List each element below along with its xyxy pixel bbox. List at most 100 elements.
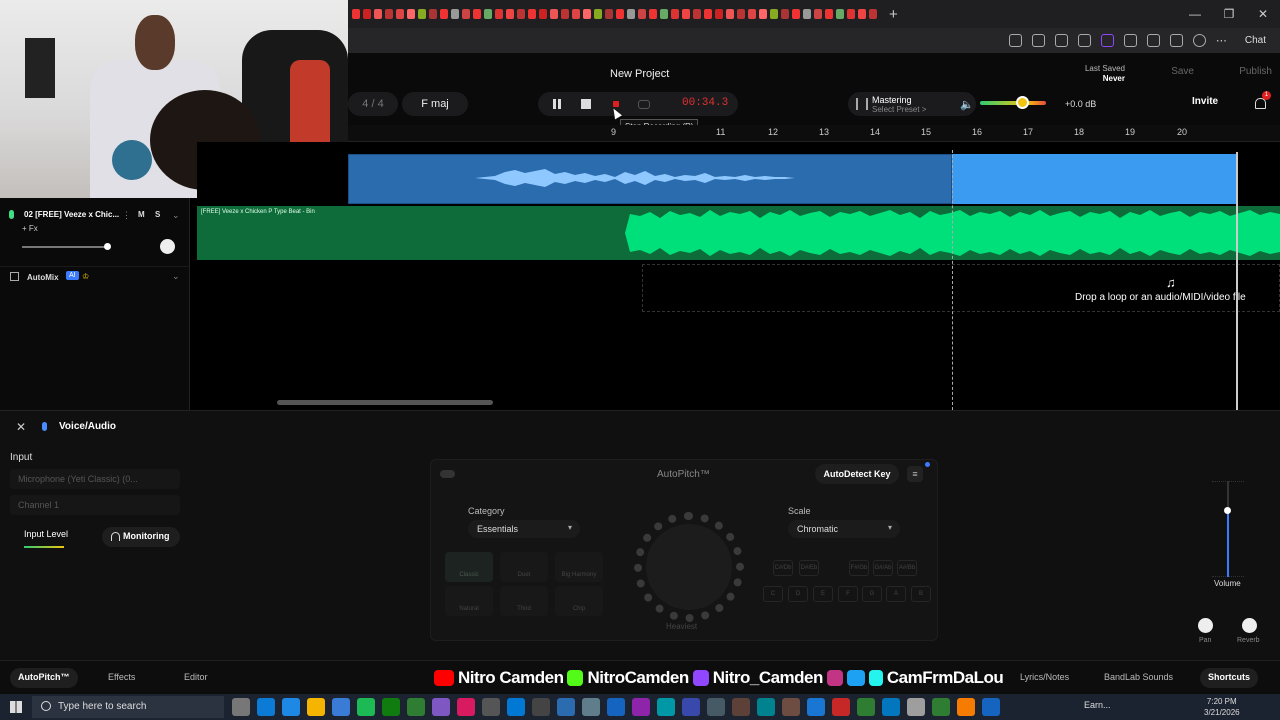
input-channel-select[interactable]: Channel 1 [10, 495, 180, 515]
browser-tab[interactable] [770, 9, 778, 19]
maximize-button[interactable]: ❐ [1212, 7, 1246, 21]
taskbar-search[interactable]: Type here to search [32, 696, 224, 718]
scale-note-button[interactable]: G#/Ab [873, 560, 893, 576]
volume-fader-handle[interactable] [1224, 507, 1231, 514]
scale-note-button[interactable]: F [838, 586, 858, 602]
scale-note-button[interactable]: D [788, 586, 808, 602]
taskbar-app-icon[interactable] [907, 698, 925, 716]
style-third[interactable]: Third [500, 586, 548, 616]
browser-tab[interactable] [693, 9, 701, 19]
track-lanes[interactable]: [FREE] Veeze x Chicken P Type Beat - Bin… [197, 142, 1280, 410]
taskbar-app-icon[interactable] [682, 698, 700, 716]
browser-tab[interactable] [737, 9, 745, 19]
browser-tab[interactable] [517, 9, 525, 19]
style-chip[interactable]: Chip [555, 586, 603, 616]
solo-button[interactable]: S [155, 210, 160, 219]
puzzle-icon[interactable] [1123, 34, 1137, 47]
taskbar-app-icon[interactable] [832, 698, 850, 716]
close-window-button[interactable]: ✕ [1246, 7, 1280, 21]
browser-tab[interactable] [671, 9, 679, 19]
taskbar-app-icon[interactable] [457, 698, 475, 716]
automix-row[interactable]: AutoMix AI ♔ ⌄ [0, 266, 190, 286]
browser-tab[interactable] [792, 9, 800, 19]
twitch-extension-icon[interactable] [1100, 34, 1114, 47]
timeline-ruler[interactable]: 9 11 12 13 14 15 16 17 18 19 20 [348, 125, 1280, 142]
style-big-harmony[interactable]: Big Harmony [555, 552, 603, 582]
browser-tab[interactable] [825, 9, 833, 19]
browser-tab[interactable] [462, 9, 470, 19]
favorite-star-icon[interactable] [1031, 34, 1045, 47]
tray-app-label[interactable]: Earn... [1084, 700, 1111, 710]
browser-tab[interactable] [605, 9, 613, 19]
taskbar-app-icon[interactable] [432, 698, 450, 716]
more-menu-icon[interactable]: ⋯ [1216, 34, 1229, 47]
taskbar-app-icon[interactable] [332, 698, 350, 716]
scale-note-button[interactable]: B [911, 586, 931, 602]
browser-tab[interactable] [352, 9, 360, 19]
tab-bandlab-sounds[interactable]: BandLab Sounds [1096, 668, 1181, 688]
taskbar-app-icon[interactable] [532, 698, 550, 716]
monitoring-button[interactable]: Monitoring [102, 527, 180, 547]
scale-note-button[interactable]: G [862, 586, 882, 602]
master-volume-knob[interactable] [1016, 96, 1029, 109]
track-name[interactable]: 02 [FREE] Veeze x Chic... [24, 210, 119, 219]
stop-icon[interactable] [579, 97, 593, 111]
windows-start-icon[interactable] [10, 701, 22, 713]
taskbar-app-icon[interactable] [632, 698, 650, 716]
browser-tab[interactable] [572, 9, 580, 19]
browser-tab[interactable] [396, 9, 404, 19]
new-tab-button[interactable]: + [889, 6, 898, 23]
scale-note-button[interactable]: A#/Bb [897, 560, 917, 576]
browser-tab[interactable] [759, 9, 767, 19]
browser-tab[interactable] [616, 9, 624, 19]
browser-tab[interactable] [869, 9, 877, 19]
browser-tab[interactable] [814, 9, 822, 19]
copilot-chat-button[interactable]: Chat [1239, 33, 1272, 48]
browser-tab[interactable] [748, 9, 756, 19]
taskbar-app-icon[interactable] [257, 698, 275, 716]
browser-tab[interactable] [385, 9, 393, 19]
invite-button[interactable]: Invite [1192, 96, 1218, 107]
browser-tab[interactable] [418, 9, 426, 19]
browser-tab[interactable] [649, 9, 657, 19]
browser-tab[interactable] [374, 9, 382, 19]
tab-autopitch[interactable]: AutoPitch™ [10, 668, 78, 688]
add-fx-button[interactable]: + Fx [22, 224, 38, 233]
input-device-select[interactable]: Microphone (Yeti Classic) (0... [10, 469, 180, 489]
browser-tab[interactable] [495, 9, 503, 19]
taskbar-app-icon[interactable] [607, 698, 625, 716]
taskbar-app-icon[interactable] [782, 698, 800, 716]
browser-tab[interactable] [451, 9, 459, 19]
taskbar-app-icon[interactable] [282, 698, 300, 716]
browser-tab[interactable] [550, 9, 558, 19]
pan-knob[interactable] [1198, 618, 1213, 633]
autopitch-toggle[interactable] [440, 470, 455, 478]
tab-lyrics-notes[interactable]: Lyrics/Notes [1012, 668, 1077, 688]
style-natural[interactable]: Natural [445, 586, 493, 616]
scale-note-button[interactable]: A [886, 586, 906, 602]
track-volume-slider[interactable] [22, 246, 108, 248]
master-volume-slider[interactable] [980, 101, 1046, 105]
browser-tab[interactable] [638, 9, 646, 19]
pause-icon[interactable] [550, 97, 564, 111]
chevron-down-icon[interactable]: ⌄ [172, 210, 180, 221]
browser-tab[interactable] [836, 9, 844, 19]
scale-note-button[interactable]: F#/Gb [849, 560, 869, 576]
browser-tab[interactable] [781, 9, 789, 19]
profile-avatar-icon[interactable] [1192, 34, 1206, 47]
tab-actions-icon[interactable] [1008, 34, 1022, 47]
browser-tab[interactable] [506, 9, 514, 19]
publish-button[interactable]: Publish [1239, 66, 1272, 77]
autodetect-key-button[interactable]: AutoDetect Key [815, 464, 899, 484]
browser-tab-icons[interactable] [352, 9, 877, 19]
browser-tab[interactable] [660, 9, 668, 19]
scale-note-button[interactable]: C#/Db [773, 560, 793, 576]
taskbar-app-icon[interactable] [982, 698, 1000, 716]
style-duet[interactable]: Duet [500, 552, 548, 582]
browser-tab[interactable] [704, 9, 712, 19]
extension-icon[interactable] [1077, 34, 1091, 47]
browser-tab[interactable] [407, 9, 415, 19]
track-pan-knob[interactable] [160, 239, 175, 254]
taskbar-app-icon[interactable] [857, 698, 875, 716]
loop-icon[interactable] [638, 100, 650, 109]
